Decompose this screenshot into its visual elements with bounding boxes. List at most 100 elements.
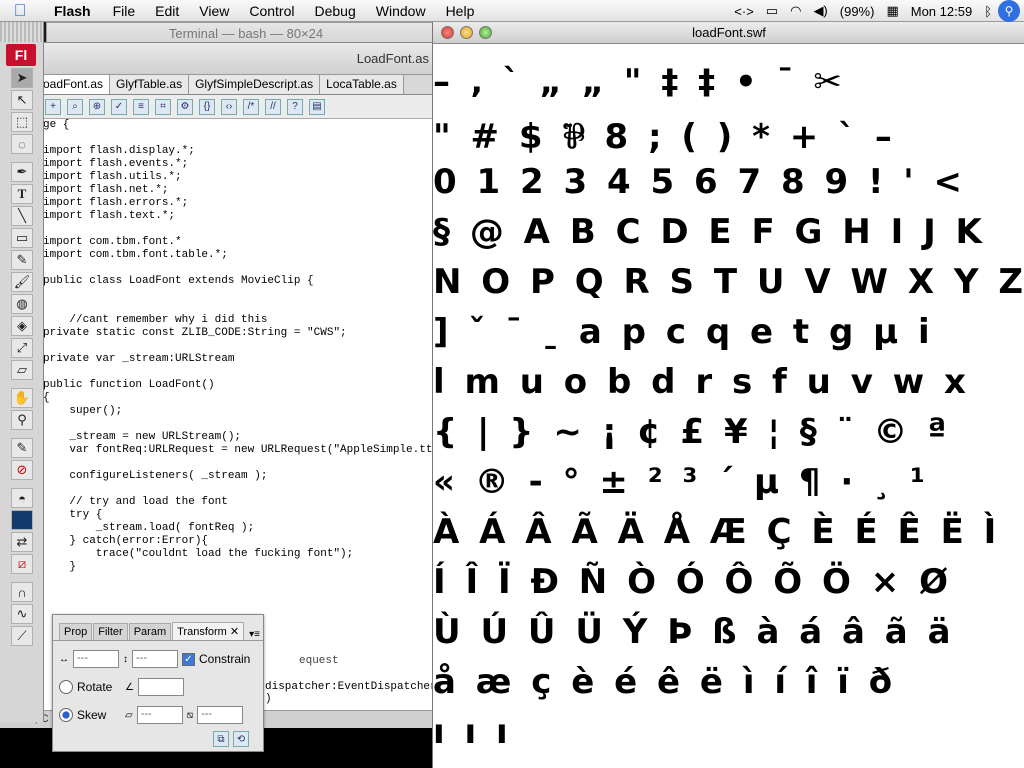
- copy-transform-icon[interactable]: ⧉: [213, 731, 229, 747]
- snap-magnet-icon[interactable]: ∩: [11, 582, 33, 602]
- eyedropper-icon[interactable]: ⤢: [11, 338, 33, 358]
- flag-icon[interactable]: ▦: [880, 3, 904, 19]
- tab-transform[interactable]: Transform ✕: [172, 622, 245, 640]
- lasso-icon[interactable]: ◌: [11, 134, 33, 154]
- smooth-icon[interactable]: ∿: [11, 604, 33, 624]
- transform-panel-tabs: Prop Filter Param Transform ✕ ▾≡: [53, 615, 263, 641]
- menu-app-flash[interactable]: Flash: [40, 3, 103, 19]
- script-assist-icon[interactable]: ▤: [309, 98, 325, 115]
- code-line: import com.tbm.font.table.*;: [43, 249, 228, 261]
- glyph-row: N O P Q R S T U V W X Y Z: [433, 262, 1024, 302]
- height-arrows-icon: ↕: [123, 653, 128, 665]
- menu-window[interactable]: Window: [366, 3, 436, 19]
- menu-control[interactable]: Control: [239, 3, 304, 19]
- menu-debug[interactable]: Debug: [305, 3, 366, 19]
- swap-colors-icon[interactable]: ⇄: [11, 532, 33, 552]
- menu-file[interactable]: File: [103, 3, 146, 19]
- pen-icon[interactable]: ✒: [11, 162, 33, 182]
- tools-grip[interactable]: [0, 22, 43, 42]
- tab-loadfont[interactable]: oadFont.as: [37, 75, 111, 94]
- swf-titlebar[interactable]: loadFont.swf: [433, 22, 1024, 44]
- subselection-tool-icon[interactable]: ↖: [11, 90, 33, 110]
- ink-bottle-icon[interactable]: ◍: [11, 294, 33, 314]
- skew-v-icon: ⧅: [186, 709, 194, 721]
- tab-locatable[interactable]: LocaTable.as: [320, 75, 404, 94]
- hand-icon[interactable]: ✋: [11, 388, 33, 408]
- fill-bucket-icon[interactable]: ◓: [11, 488, 33, 508]
- tab-glyfsimpledescript[interactable]: GlyfSimpleDescript.as: [189, 75, 321, 94]
- pencil-icon[interactable]: ✎: [11, 250, 33, 270]
- straighten-icon[interactable]: ⟋: [11, 626, 33, 646]
- auto-format-icon[interactable]: ≡: [133, 98, 149, 115]
- skew-radio[interactable]: [59, 708, 73, 722]
- clock[interactable]: Mon 12:59: [905, 4, 978, 19]
- reset-transform-icon[interactable]: ⟲: [233, 731, 249, 747]
- width-scale-field[interactable]: ---: [73, 650, 119, 668]
- comment-icon[interactable]: /*: [243, 98, 259, 115]
- tab-parameters[interactable]: Param: [128, 623, 172, 640]
- skew-horizontal-field[interactable]: ---: [136, 706, 183, 724]
- insert-target-icon[interactable]: ⊕: [89, 98, 105, 115]
- collapse-icon[interactable]: {}: [199, 98, 215, 115]
- rectangle-tool-icon[interactable]: ▭: [11, 228, 33, 248]
- tab-transform-label: Transform: [177, 626, 227, 638]
- glyph-row: l m u o b d r s f u v w x: [433, 362, 970, 402]
- display-icon[interactable]: ▭: [760, 3, 784, 19]
- apple-icon[interactable]: : [0, 1, 40, 21]
- code-hint-icon[interactable]: ⌗: [155, 98, 171, 115]
- line-tool-icon[interactable]: ╲: [11, 206, 33, 226]
- wifi-icon[interactable]: ◠: [784, 3, 807, 19]
- no-color-icon[interactable]: ⧄: [11, 554, 33, 574]
- free-transform-icon[interactable]: ⬚: [11, 112, 33, 132]
- rotate-field[interactable]: [137, 678, 184, 696]
- debug-options-icon[interactable]: ⚙: [177, 98, 193, 115]
- skew-vertical-field[interactable]: ---: [197, 706, 244, 724]
- zoom-icon[interactable]: ⚲: [11, 410, 33, 430]
- code-line: // try and load the font: [43, 496, 228, 508]
- battery-status[interactable]: (99%): [834, 4, 881, 19]
- find-icon[interactable]: ⌕: [67, 98, 83, 115]
- panel-menu-icon[interactable]: ▾≡: [249, 629, 260, 640]
- close-button[interactable]: [441, 26, 454, 39]
- code-line: _stream.load( fontReq );: [43, 522, 255, 534]
- brush-icon[interactable]: 🖌: [11, 272, 33, 292]
- menu-view[interactable]: View: [189, 3, 239, 19]
- tab-filters[interactable]: Filter: [93, 623, 128, 640]
- code-line: //cant remember why i did this: [43, 314, 268, 326]
- minimize-button[interactable]: [460, 26, 473, 39]
- volume-icon[interactable]: ◀): [807, 3, 833, 19]
- flash-logo: Fl: [6, 44, 36, 66]
- code-icon[interactable]: <·>: [728, 4, 760, 19]
- height-scale-field[interactable]: ---: [132, 650, 178, 668]
- add-statement-icon[interactable]: +: [45, 98, 61, 115]
- editor-toolbar: + ⌕ ⊕ ✓ ≡ ⌗ ⚙ {} ‹› /* // ? ▤: [37, 95, 437, 119]
- uncomment-icon[interactable]: //: [265, 98, 281, 115]
- constrain-checkbox[interactable]: ✓: [182, 652, 195, 666]
- eraser-icon[interactable]: ▱: [11, 360, 33, 380]
- rotate-radio[interactable]: [59, 680, 73, 694]
- tab-properties[interactable]: Prop: [59, 623, 93, 640]
- tab-glyftable[interactable]: GlyfTable.as: [110, 75, 190, 94]
- close-icon[interactable]: ✕: [230, 626, 239, 638]
- menu-edit[interactable]: Edit: [145, 3, 189, 19]
- selection-tool-icon[interactable]: ➤: [11, 68, 33, 88]
- fill-swatch-icon[interactable]: [11, 510, 33, 530]
- code-line: var fontReq:URLRequest = new URLRequest(…: [43, 444, 459, 456]
- bluetooth-icon[interactable]: ᛒ: [978, 4, 998, 19]
- help-icon[interactable]: ?: [287, 98, 303, 115]
- stroke-color-icon[interactable]: ✎: [11, 438, 33, 458]
- check-syntax-icon[interactable]: ✓: [111, 98, 127, 115]
- menu-help[interactable]: Help: [436, 3, 485, 19]
- skew-h-icon: ▱: [125, 709, 133, 721]
- text-tool-icon[interactable]: T: [11, 184, 33, 204]
- fill-color-icon[interactable]: ⊘: [11, 460, 33, 480]
- expand-icon[interactable]: ‹›: [221, 98, 237, 115]
- zoom-button[interactable]: [479, 26, 492, 39]
- menu-bar:  Flash File Edit View Control Debug Win…: [0, 0, 1024, 22]
- paint-bucket-icon[interactable]: ◈: [11, 316, 33, 336]
- spotlight-icon[interactable]: ⚲: [998, 0, 1020, 22]
- code-line: private static const ZLIB_CODE:String = …: [43, 327, 347, 339]
